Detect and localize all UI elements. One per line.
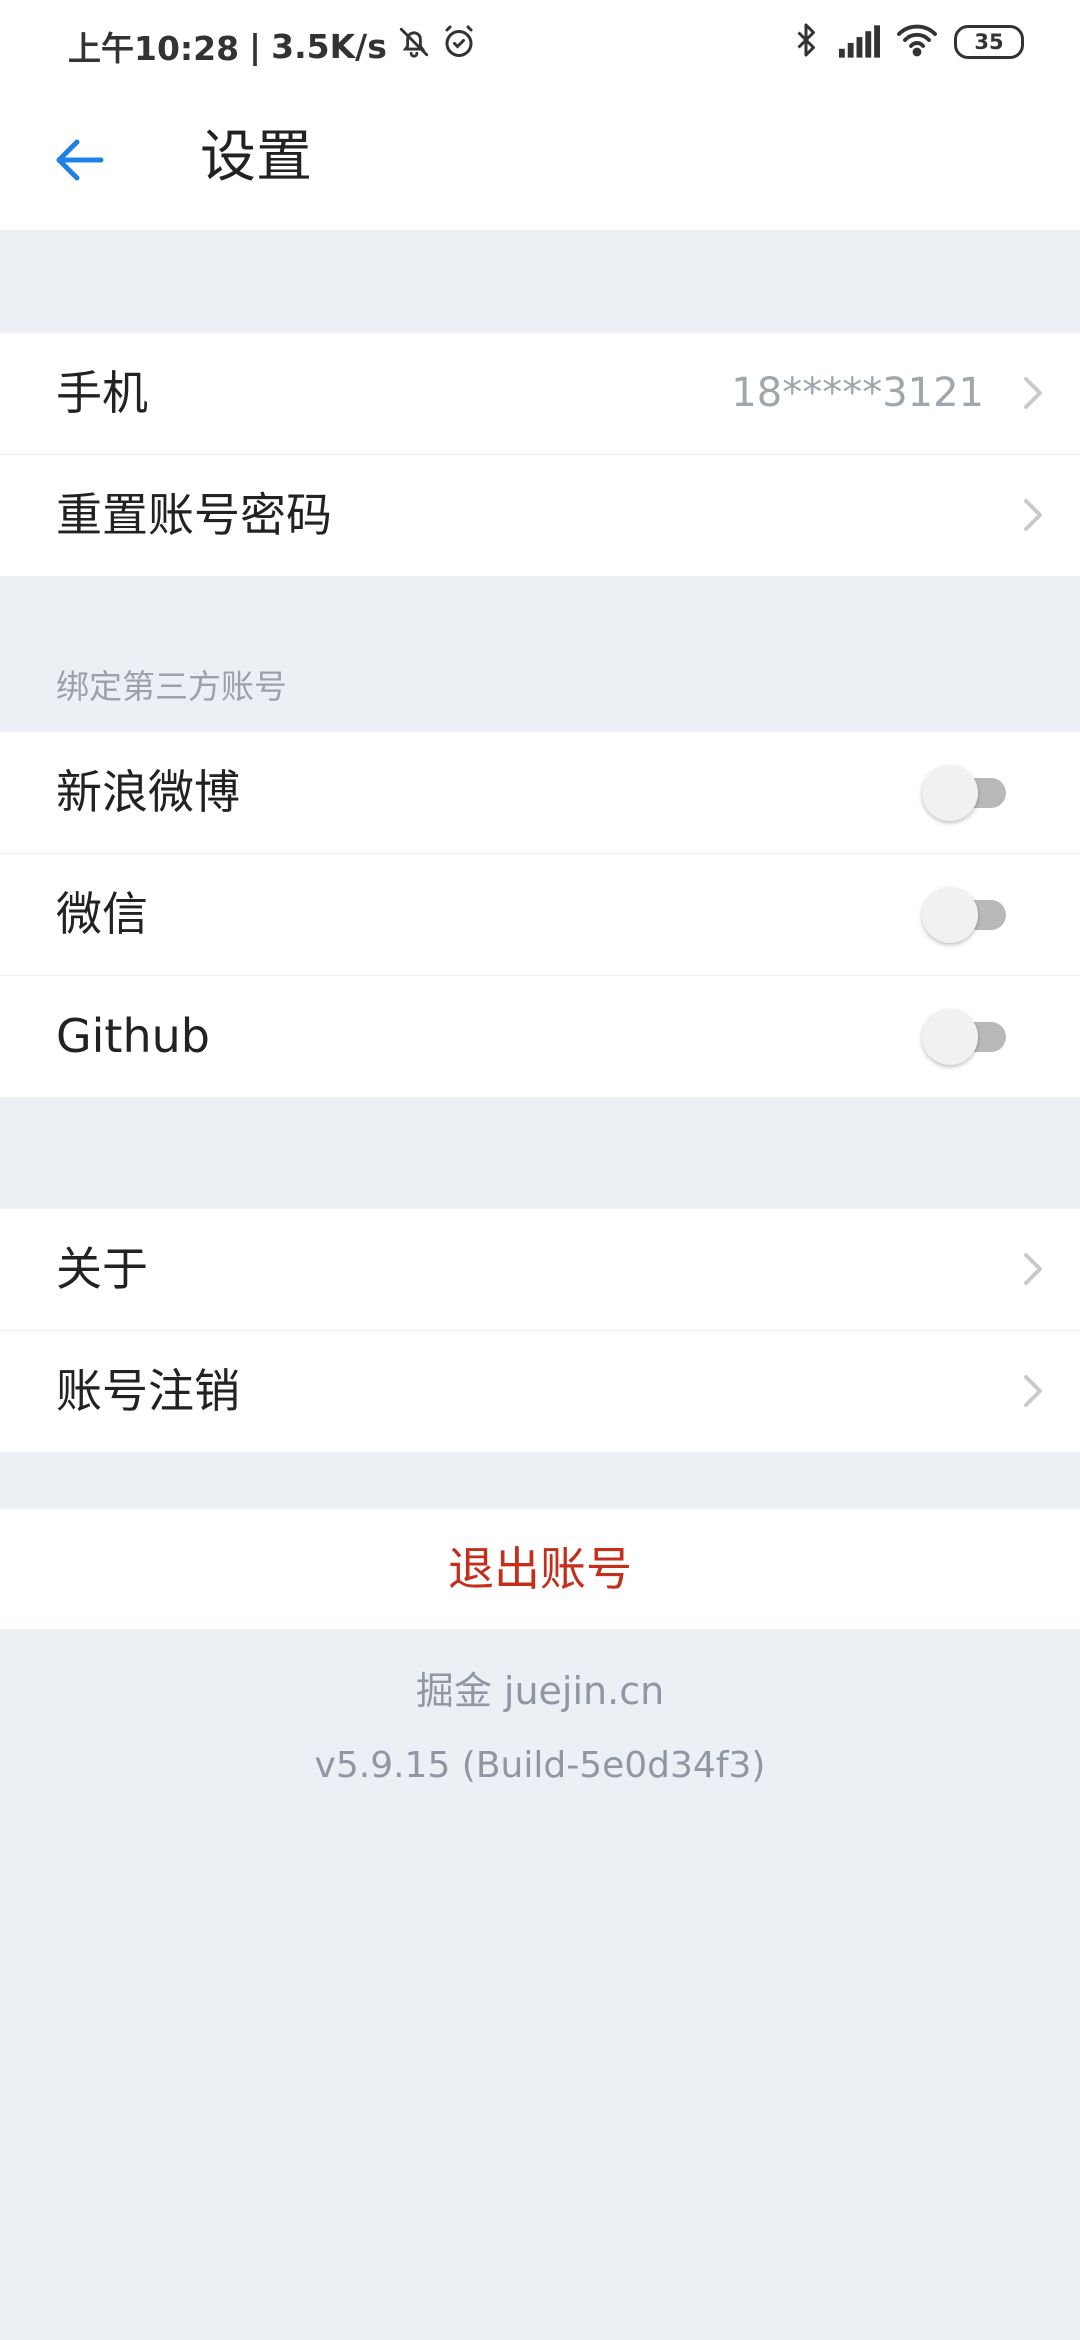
back-button[interactable] bbox=[40, 120, 120, 200]
weibo-row: 新浪微博 bbox=[0, 732, 1080, 854]
third-party-section-title: 绑定第三方账号 bbox=[56, 667, 287, 706]
toggle-knob bbox=[922, 887, 978, 943]
status-right: 35 bbox=[792, 22, 1024, 62]
status-net-speed: 3.5K/s bbox=[271, 26, 387, 66]
logout-button[interactable]: 退出账号 bbox=[0, 1509, 1080, 1629]
delete-account-row[interactable]: 账号注销 bbox=[0, 1331, 1080, 1452]
about-row[interactable]: 关于 bbox=[0, 1209, 1080, 1331]
github-toggle[interactable] bbox=[922, 1009, 1006, 1065]
delete-account-label: 账号注销 bbox=[56, 1364, 240, 1418]
wifi-icon bbox=[896, 22, 938, 62]
weibo-label: 新浪微博 bbox=[56, 765, 240, 819]
bell-off-icon bbox=[397, 25, 431, 67]
phone-value: 18*****3121 bbox=[731, 370, 984, 416]
chevron-right-icon bbox=[1024, 377, 1042, 409]
footer-brand: 掘金 juejin.cn bbox=[415, 1669, 665, 1713]
third-party-group: 新浪微博 微信 Github bbox=[0, 732, 1080, 1097]
status-time: 上午10:28 bbox=[68, 29, 240, 68]
chevron-right-icon bbox=[1024, 499, 1042, 531]
github-label: Github bbox=[56, 1009, 210, 1063]
status-separator: | bbox=[249, 26, 262, 66]
reset-password-row[interactable]: 重置账号密码 bbox=[0, 455, 1080, 576]
chevron-right-icon bbox=[1024, 1375, 1042, 1407]
status-bar: 上午10:28 | 3.5K/s 35 bbox=[0, 0, 1080, 90]
bluetooth-icon bbox=[792, 22, 820, 62]
footer-version: v5.9.15 (Build-5e0d34f3) bbox=[314, 1745, 766, 1786]
status-left: 上午10:28 | 3.5K/s bbox=[68, 22, 477, 70]
chevron-right-icon bbox=[1024, 1253, 1042, 1285]
phone-row[interactable]: 手机 18*****3121 bbox=[0, 333, 1080, 455]
toggle-knob bbox=[922, 1009, 978, 1065]
page-title: 设置 bbox=[200, 125, 312, 190]
alarm-icon bbox=[441, 24, 477, 68]
account-group: 手机 18*****3121 重置账号密码 bbox=[0, 333, 1080, 576]
arrow-left-icon bbox=[56, 139, 104, 181]
about-label: 关于 bbox=[56, 1242, 148, 1296]
wechat-row: 微信 bbox=[0, 854, 1080, 976]
toggle-knob bbox=[922, 765, 978, 821]
battery-icon: 35 bbox=[954, 25, 1024, 59]
wechat-toggle[interactable] bbox=[922, 887, 1006, 943]
wechat-label: 微信 bbox=[56, 887, 148, 941]
misc-group: 关于 账号注销 bbox=[0, 1209, 1080, 1452]
phone-label: 手机 bbox=[56, 366, 148, 420]
weibo-toggle[interactable] bbox=[922, 765, 1006, 821]
reset-password-label: 重置账号密码 bbox=[56, 488, 332, 542]
app-bar: 设置 bbox=[0, 90, 1080, 230]
github-row: Github bbox=[0, 976, 1080, 1097]
signal-icon bbox=[836, 22, 880, 62]
